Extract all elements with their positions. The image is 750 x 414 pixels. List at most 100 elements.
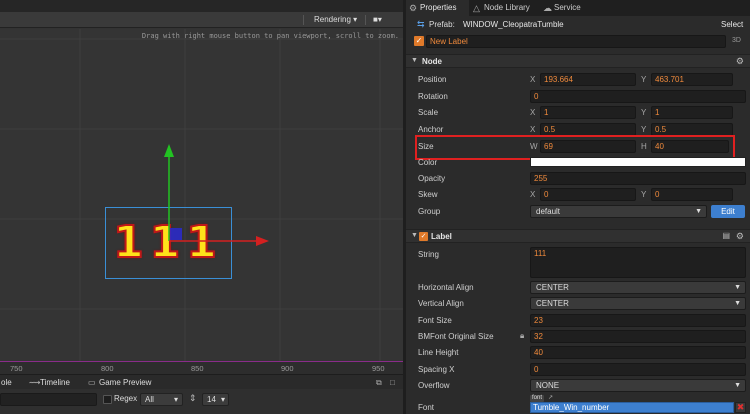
viewport-grid (0, 29, 403, 374)
line-height-label: Line Height (418, 348, 459, 357)
3d-toggle[interactable]: 3D (732, 37, 741, 44)
font-size-icon: ⇕ (189, 393, 197, 403)
string-textarea[interactable]: 111 (530, 247, 746, 278)
tab-game-preview[interactable]: Game Preview (99, 377, 151, 389)
scale-row: Scale X 1 Y 1 (406, 106, 750, 120)
axis-x-label: X (530, 125, 536, 134)
scale-y-input[interactable]: 1 (651, 106, 733, 119)
regex-checkbox[interactable] (103, 395, 112, 404)
skew-y-input[interactable]: 0 (651, 188, 733, 201)
overflow-label: Overflow (418, 381, 450, 390)
bottom-tab-bar: ole ⟿ Timeline ▭ Game Preview ⧉ □ (0, 374, 403, 389)
line-height-input[interactable]: 40 (530, 346, 746, 359)
node-name-input[interactable]: New Label (426, 35, 726, 48)
prefab-select-button[interactable]: Select (721, 20, 743, 29)
scale-x-input[interactable]: 1 (540, 106, 636, 119)
timeline-icon: ⟿ (29, 378, 41, 387)
ruler-tick: 750 (10, 364, 23, 373)
opacity-label: Opacity (418, 174, 446, 183)
position-label: Position (418, 75, 447, 84)
tab-timeline[interactable]: Timeline (40, 377, 70, 389)
tab-properties[interactable]: ⚙ Properties (406, 0, 469, 16)
font-asset-field[interactable]: Tumble_Win_number (530, 402, 734, 413)
axis-y-label: Y (641, 108, 647, 117)
lock-icon: 🔒︎ (520, 331, 525, 340)
log-level-select[interactable]: All ▾ (140, 393, 183, 406)
tab-service[interactable]: ☁ Service (540, 0, 600, 16)
gear-icon[interactable]: ⚙ (736, 56, 744, 67)
rotation-input[interactable]: 0 (530, 90, 746, 103)
chevron-down-icon: ▾ (220, 395, 225, 404)
ruler-tick: 850 (191, 364, 204, 373)
properties-panel: ⚙ Properties △ Node Library ☁ Service ⇆ … (403, 0, 750, 414)
chevron-down-icon: ▾ (377, 15, 382, 24)
link-out-icon[interactable]: ↗ (548, 394, 553, 401)
vertical-align-label: Vertical Align (418, 299, 464, 308)
popout-icon[interactable]: ⧉ (376, 377, 382, 389)
label-node-text: 111 (112, 216, 223, 269)
editor-window: Rendering ▾ ■▾ Drag with right mouse but… (0, 0, 750, 414)
chevron-down-icon: ▼ (734, 300, 741, 307)
group-edit-button[interactable]: Edit (711, 205, 745, 218)
prefab-row: ⇆ Prefab: WINDOW_CleopatraTumble Select (406, 18, 750, 32)
horizontal-align-select[interactable]: CENTER ▼ (530, 281, 746, 294)
node-section-title: Node (422, 57, 442, 66)
label-section-header[interactable]: ▼ ✓ Label ▤ ⚙ (406, 229, 750, 243)
viewport-hint: Drag with right mouse button to pan view… (141, 32, 399, 40)
console-font-size-select[interactable]: 14 ▾ (202, 393, 229, 406)
overflow-row: Overflow NONE ▼ (406, 379, 750, 393)
bmfont-original-size-label: BMFont Original Size (418, 332, 494, 341)
ruler-tick: 900 (281, 364, 294, 373)
tab-node-library[interactable]: △ Node Library (470, 0, 540, 16)
spacing-x-input[interactable]: 0 (530, 363, 746, 376)
opacity-input[interactable]: 255 (530, 172, 746, 185)
vertical-align-select[interactable]: CENTER ▼ (530, 297, 746, 310)
label-section-title: Label (431, 232, 452, 241)
chevron-down-icon: ▾ (173, 395, 178, 404)
node-section-header[interactable]: ▼ Node ⚙ (406, 54, 750, 68)
axis-y-label: Y (641, 125, 647, 134)
camera-dropdown[interactable]: ■▾ (370, 14, 385, 26)
spacing-x-label: Spacing X (418, 365, 455, 374)
position-y-input[interactable]: 463.701 (651, 73, 733, 86)
tab-properties-label: Properties (420, 3, 457, 12)
node-library-icon: △ (473, 3, 480, 13)
group-label: Group (418, 207, 441, 216)
console-filter-bar: Regex All ▾ 14 ▾ ⇕ (0, 389, 403, 414)
skew-label: Skew (418, 190, 438, 199)
console-search-input[interactable] (0, 393, 97, 406)
prefab-label: Prefab: (429, 20, 455, 29)
tab-service-label: Service (554, 3, 581, 12)
chevron-down-icon: ▼ (734, 284, 741, 291)
render-mode-dropdown[interactable]: Rendering ▾ (311, 14, 360, 26)
maximize-icon[interactable]: □ (390, 377, 395, 389)
font-row: Font font ↗ Tumble_Win_number ✖ (406, 395, 750, 414)
axis-y-label: Y (641, 75, 647, 84)
skew-x-input[interactable]: 0 (540, 188, 636, 201)
position-row: Position X 193.664 Y 463.701 (406, 73, 750, 87)
scene-viewport[interactable]: Drag with right mouse button to pan view… (0, 29, 403, 374)
anchor-label: Anchor (418, 125, 444, 134)
font-size-input[interactable]: 23 (530, 314, 746, 327)
color-swatch[interactable] (530, 157, 746, 167)
opacity-row: Opacity 255 (406, 172, 750, 186)
bmfont-original-size-row: BMFont Original Size 🔒︎ 32 (406, 330, 750, 344)
gear-icon[interactable]: ⚙ (736, 231, 744, 242)
console-font-size-value: 14 (207, 395, 216, 404)
axis-x-label: X (530, 108, 536, 117)
font-label: Font (418, 403, 435, 412)
vertical-align-row: Vertical Align CENTER ▼ (406, 297, 750, 311)
tab-console[interactable]: ole (1, 377, 12, 389)
label-enabled-checkbox[interactable]: ✓ (419, 232, 428, 241)
position-x-input[interactable]: 193.664 (540, 73, 636, 86)
group-select[interactable]: default ▼ (530, 205, 707, 218)
prefab-name: WINDOW_CleopatraTumble (463, 20, 564, 29)
clear-font-icon[interactable]: ✖ (735, 402, 746, 413)
node-active-checkbox[interactable]: ✓ (414, 36, 424, 46)
group-value: default (536, 207, 561, 216)
overflow-select[interactable]: NONE ▼ (530, 379, 746, 392)
color-row: Color (406, 156, 750, 170)
prefab-link-icon: ⇆ (417, 19, 425, 29)
book-icon[interactable]: ▤ (722, 231, 730, 240)
horizontal-ruler: 750 800 850 900 950 (0, 361, 403, 374)
